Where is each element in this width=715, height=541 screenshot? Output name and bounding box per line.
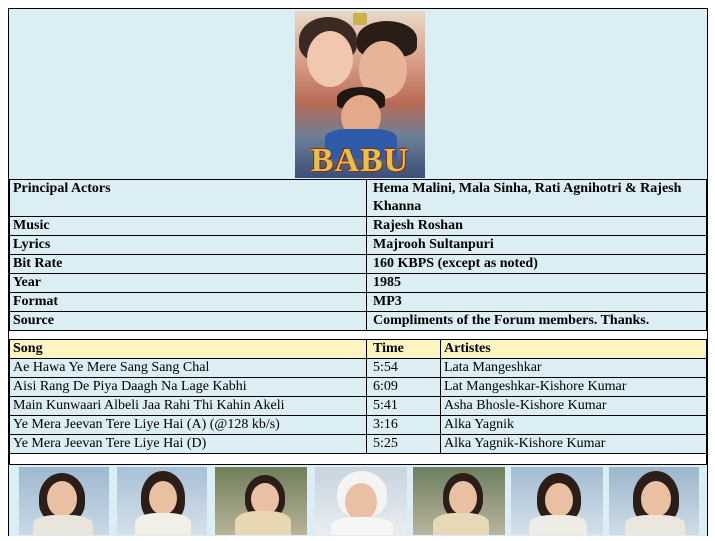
- song-title: Ye Mera Jeevan Tere Liye Hai (A) (@128 k…: [9, 415, 367, 435]
- info-value: Hema Malini, Mala Sinha, Rati Agnihotri …: [366, 179, 707, 217]
- song-artistes: Lata Mangeshkar: [440, 358, 707, 378]
- song-row: Aisi Rang De Piya Daagh Na Lage Kabhi 6:…: [9, 377, 707, 397]
- songs-table: Song Time Artistes Ae Hawa Ye Mere Sang …: [9, 339, 707, 473]
- film-still-image: [19, 467, 109, 535]
- info-label: Music: [9, 216, 367, 236]
- artistes-column-header: Artistes: [440, 339, 707, 359]
- song-row: Ye Mera Jeevan Tere Liye Hai (D) 5:25 Al…: [9, 434, 707, 454]
- song-time: 5:54: [366, 358, 441, 378]
- studio-logo-icon: [353, 13, 367, 25]
- song-title: Ye Mera Jeevan Tere Liye Hai (D): [9, 434, 367, 454]
- info-label: Year: [9, 273, 367, 293]
- info-value: Majrooh Sultanpuri: [366, 235, 707, 255]
- info-value: Compliments of the Forum members. Thanks…: [366, 311, 707, 331]
- film-still-image: [511, 467, 603, 535]
- info-label: Format: [9, 292, 367, 312]
- song-row: Ae Hawa Ye Mere Sang Sang Chal 5:54 Lata…: [9, 358, 707, 378]
- song-column-header: Song: [9, 339, 367, 359]
- info-value: Rajesh Roshan: [366, 216, 707, 236]
- song-row: Ye Mera Jeevan Tere Liye Hai (A) (@128 k…: [9, 415, 707, 435]
- info-row: Format MP3: [9, 292, 707, 312]
- film-still-image: [117, 467, 207, 535]
- song-time: 5:41: [366, 396, 441, 416]
- film-still-image: [315, 467, 407, 535]
- info-value: 1985: [366, 273, 707, 293]
- info-row: Music Rajesh Roshan: [9, 216, 707, 236]
- info-value: MP3: [366, 292, 707, 312]
- info-row: Year 1985: [9, 273, 707, 293]
- song-artistes: Alka Yagnik: [440, 415, 707, 435]
- info-label: Lyrics: [9, 235, 367, 255]
- info-row: Lyrics Majrooh Sultanpuri: [9, 235, 707, 255]
- info-label: Principal Actors: [9, 179, 367, 217]
- song-title: Ae Hawa Ye Mere Sang Sang Chal: [9, 358, 367, 378]
- song-artistes: Lat Mangeshkar-Kishore Kumar: [440, 377, 707, 397]
- time-column-header: Time: [366, 339, 441, 359]
- song-time: 3:16: [366, 415, 441, 435]
- film-still-image: [609, 467, 699, 535]
- info-label: Source: [9, 311, 367, 331]
- stills-strip: [9, 464, 707, 536]
- songs-header-row: Song Time Artistes: [9, 339, 707, 359]
- page-frame: BABU Principal Actors Hema Malini, Mala …: [8, 8, 708, 536]
- song-time: 5:25: [366, 434, 441, 454]
- info-value: 160 KBPS (except as noted): [366, 254, 707, 274]
- movie-poster-image: BABU: [295, 11, 425, 178]
- song-artistes: Asha Bhosle-Kishore Kumar: [440, 396, 707, 416]
- song-time: 6:09: [366, 377, 441, 397]
- song-row: Main Kunwaari Albeli Jaa Rahi Thi Kahin …: [9, 396, 707, 416]
- poster-band: BABU: [9, 9, 707, 180]
- film-still-image: [413, 467, 505, 535]
- info-row: Source Compliments of the Forum members.…: [9, 311, 707, 331]
- info-row: Principal Actors Hema Malini, Mala Sinha…: [9, 179, 707, 217]
- poster-title: BABU: [310, 142, 410, 179]
- song-title: Main Kunwaari Albeli Jaa Rahi Thi Kahin …: [9, 396, 367, 416]
- info-label: Bit Rate: [9, 254, 367, 274]
- song-artistes: Alka Yagnik-Kishore Kumar: [440, 434, 707, 454]
- info-table: Principal Actors Hema Malini, Mala Sinha…: [9, 179, 707, 331]
- info-row: Bit Rate 160 KBPS (except as noted): [9, 254, 707, 274]
- song-title: Aisi Rang De Piya Daagh Na Lage Kabhi: [9, 377, 367, 397]
- film-still-image: [215, 467, 307, 535]
